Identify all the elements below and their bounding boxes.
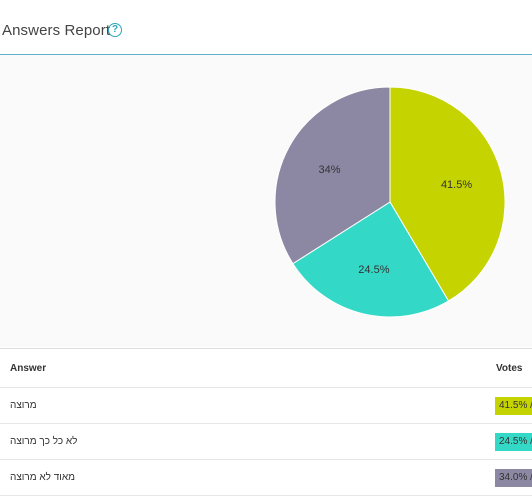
table-header: Answer Votes [0, 349, 532, 388]
pie-chart-area: 41.5% 24.5% 34% [0, 55, 532, 347]
pie-slice-label: 24.5% [358, 264, 389, 276]
report-title: Answers Report [2, 22, 111, 39]
pie-slice-label: 34% [319, 164, 341, 176]
votes-column-header: Votes [496, 363, 523, 374]
report-header: Answers Report ? [0, 0, 532, 55]
votes-bar: 41.5% / [495, 397, 532, 415]
votes-bar: 34.0% / [495, 469, 532, 487]
answer-label: מאוד לא מרוצה [10, 472, 76, 483]
question-circle-icon[interactable]: ? [108, 23, 122, 37]
table-row: לא כל כך מרוצה 24.5% / [0, 424, 532, 460]
answer-column-header: Answer [10, 363, 47, 374]
answer-label: מרוצה [10, 400, 37, 411]
answer-label: לא כל כך מרוצה [10, 436, 78, 447]
answers-table: Answer Votes מרוצה 41.5% / לא כל כך מרוצ… [0, 349, 532, 496]
pie-slice-label: 41.5% [441, 179, 472, 191]
pie-chart: 41.5% 24.5% 34% [274, 86, 506, 318]
votes-bar: 24.5% / [495, 433, 532, 451]
table-row: מרוצה 41.5% / [0, 388, 532, 424]
table-row: מאוד לא מרוצה 34.0% / [0, 460, 532, 496]
